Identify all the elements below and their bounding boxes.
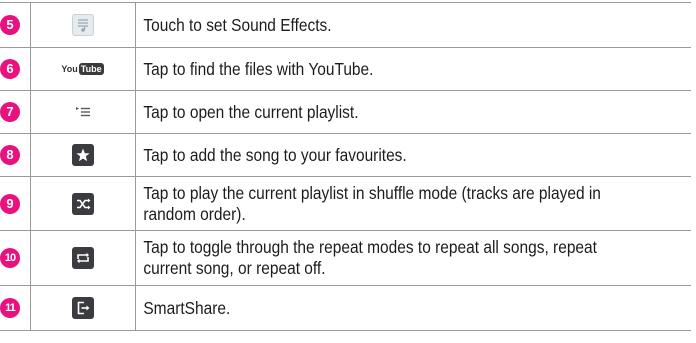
row-description: Tap to open the current playlist.	[135, 90, 625, 134]
smartshare-icon	[71, 297, 94, 319]
row-description: Tap to play the current playlist in shuf…	[135, 176, 625, 231]
row-description: Touch to set Sound Effects.	[135, 2, 625, 48]
youtube-you-text: You	[61, 63, 78, 74]
playlist-icon	[72, 101, 94, 123]
youtube-tube-text: Tube	[78, 62, 104, 75]
table-row: 6 You Tube Tap to find the files with You…	[0, 47, 691, 91]
number-badge: 6	[0, 59, 20, 79]
shuffle-icon	[71, 192, 94, 215]
number-badge: 8	[0, 145, 20, 165]
sound-effects-icon	[71, 14, 94, 36]
row-description: SmartShare.	[135, 285, 625, 331]
row-description: Tap to find the files with YouTube.	[135, 47, 625, 91]
table-row: 11 SmartShare.	[0, 285, 691, 331]
number-badge: 9	[0, 193, 20, 214]
row-description: Tap to toggle through the repeat modes t…	[135, 230, 625, 286]
table-row: 9 Tap to play the current playlist in sh…	[0, 176, 691, 231]
repeat-icon	[71, 247, 94, 269]
table-row: 8 Tap to add the song to your favourites…	[0, 133, 691, 177]
row-description: Tap to add the song to your favourites.	[135, 133, 625, 177]
star-icon	[71, 144, 94, 166]
number-badge: 5	[0, 15, 20, 35]
number-badge: 10	[0, 248, 20, 268]
number-badge: 11	[0, 298, 20, 318]
table-row: 7 Tap to open the current playlist.	[0, 90, 691, 134]
youtube-icon: You Tube	[61, 62, 104, 76]
icon-legend-table: 5 Touch to set Sound Effects. 6 You Tube…	[0, 2, 691, 331]
table-row: 10 Tap to toggle through the repeat mode…	[0, 230, 691, 286]
table-row: 5 Touch to set Sound Effects.	[0, 2, 691, 48]
number-badge: 7	[0, 102, 20, 122]
